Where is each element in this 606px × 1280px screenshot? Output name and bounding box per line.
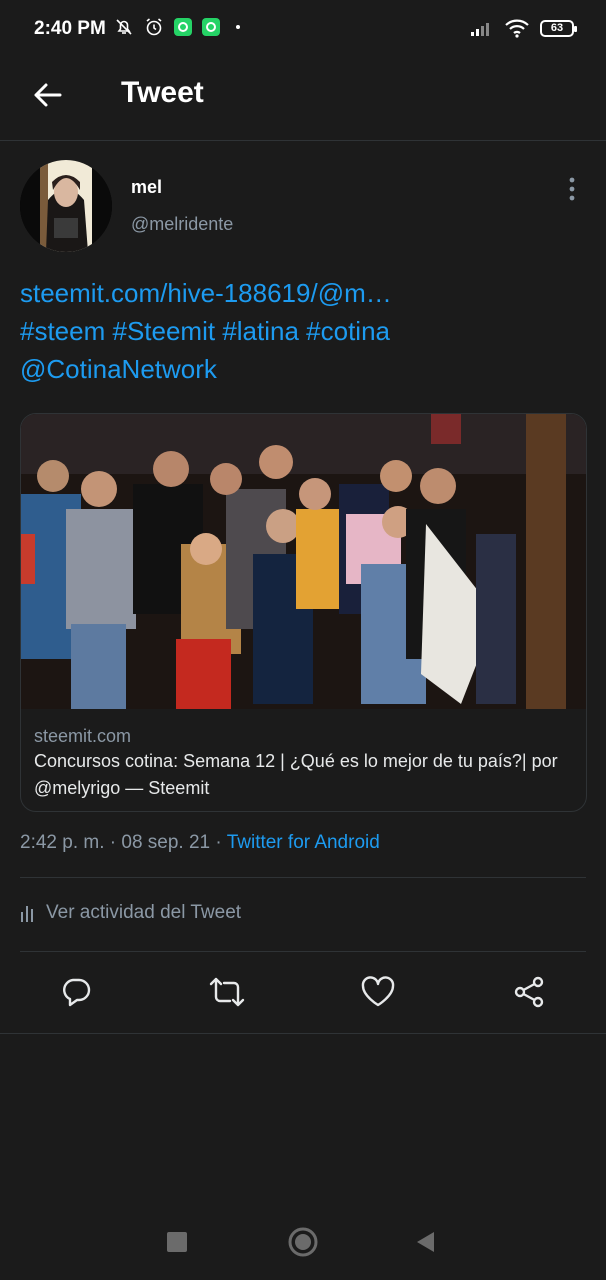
app-header: Tweet <box>0 60 606 141</box>
tweet-date: 08 sep. 21 <box>121 832 211 853</box>
tweet-mention[interactable]: @CotinaNetwork <box>20 350 580 388</box>
retweet-icon[interactable] <box>205 970 249 1014</box>
whatsapp-icon <box>174 18 192 36</box>
status-time: 2:40 PM <box>34 18 106 39</box>
reply-icon[interactable] <box>54 970 98 1014</box>
activity-label: Ver actividad del Tweet <box>46 902 242 923</box>
divider <box>20 951 586 952</box>
avatar[interactable] <box>20 160 112 252</box>
card-image <box>21 414 586 709</box>
share-icon[interactable] <box>507 970 551 1014</box>
bell-off-icon <box>114 17 134 37</box>
tweet-text: steemit.com/hive-188619/@m… #steem #Stee… <box>20 274 580 388</box>
battery-icon: 63 <box>540 19 577 37</box>
page-title: Tweet <box>121 76 204 109</box>
link-preview-card[interactable]: steemit.com Concursos cotina: Semana 12 … <box>20 413 587 812</box>
card-domain: steemit.com <box>34 726 132 746</box>
tweet-source-link[interactable]: Twitter for Android <box>227 832 380 853</box>
tweet-activity-link[interactable]: Ver actividad del Tweet <box>20 902 241 924</box>
author-name[interactable]: mel <box>131 177 162 198</box>
card-title: Concursos cotina: Semana 12 | ¿Qué es lo… <box>34 751 558 798</box>
tweet-hashtags[interactable]: #steem #Steemit #latina #cotina <box>20 312 580 350</box>
wifi-icon <box>505 19 529 38</box>
more-options-icon[interactable] <box>562 176 582 202</box>
status-icons-left <box>114 17 240 37</box>
bar-chart-icon <box>21 906 33 922</box>
divider <box>20 877 586 878</box>
like-heart-icon[interactable] <box>356 970 400 1014</box>
back-arrow-icon[interactable] <box>30 78 64 112</box>
system-nav-bar <box>0 1200 606 1280</box>
tweet-link[interactable]: steemit.com/hive-188619/@m… <box>20 274 580 312</box>
signal-icon <box>471 23 489 36</box>
status-bar: 2:40 PM 63 <box>0 0 606 60</box>
tweet-time: 2:42 p. m. <box>20 832 105 853</box>
meta-separator: · <box>109 832 122 853</box>
meta-separator: · <box>215 832 227 853</box>
back-triangle-icon[interactable] <box>405 1222 445 1262</box>
tweet-actions <box>0 970 606 1018</box>
author-handle[interactable]: @melridente <box>131 214 233 235</box>
alarm-icon <box>144 17 164 37</box>
status-icons-right: 63 <box>470 18 577 38</box>
tweet-meta: 2:42 p. m. · 08 sep. 21 · Twitter for An… <box>20 832 380 854</box>
whatsapp-icon <box>202 18 220 36</box>
notification-dot <box>236 25 240 29</box>
home-circle-icon[interactable] <box>283 1222 323 1262</box>
divider <box>0 1033 606 1034</box>
recents-square-icon[interactable] <box>157 1222 197 1262</box>
